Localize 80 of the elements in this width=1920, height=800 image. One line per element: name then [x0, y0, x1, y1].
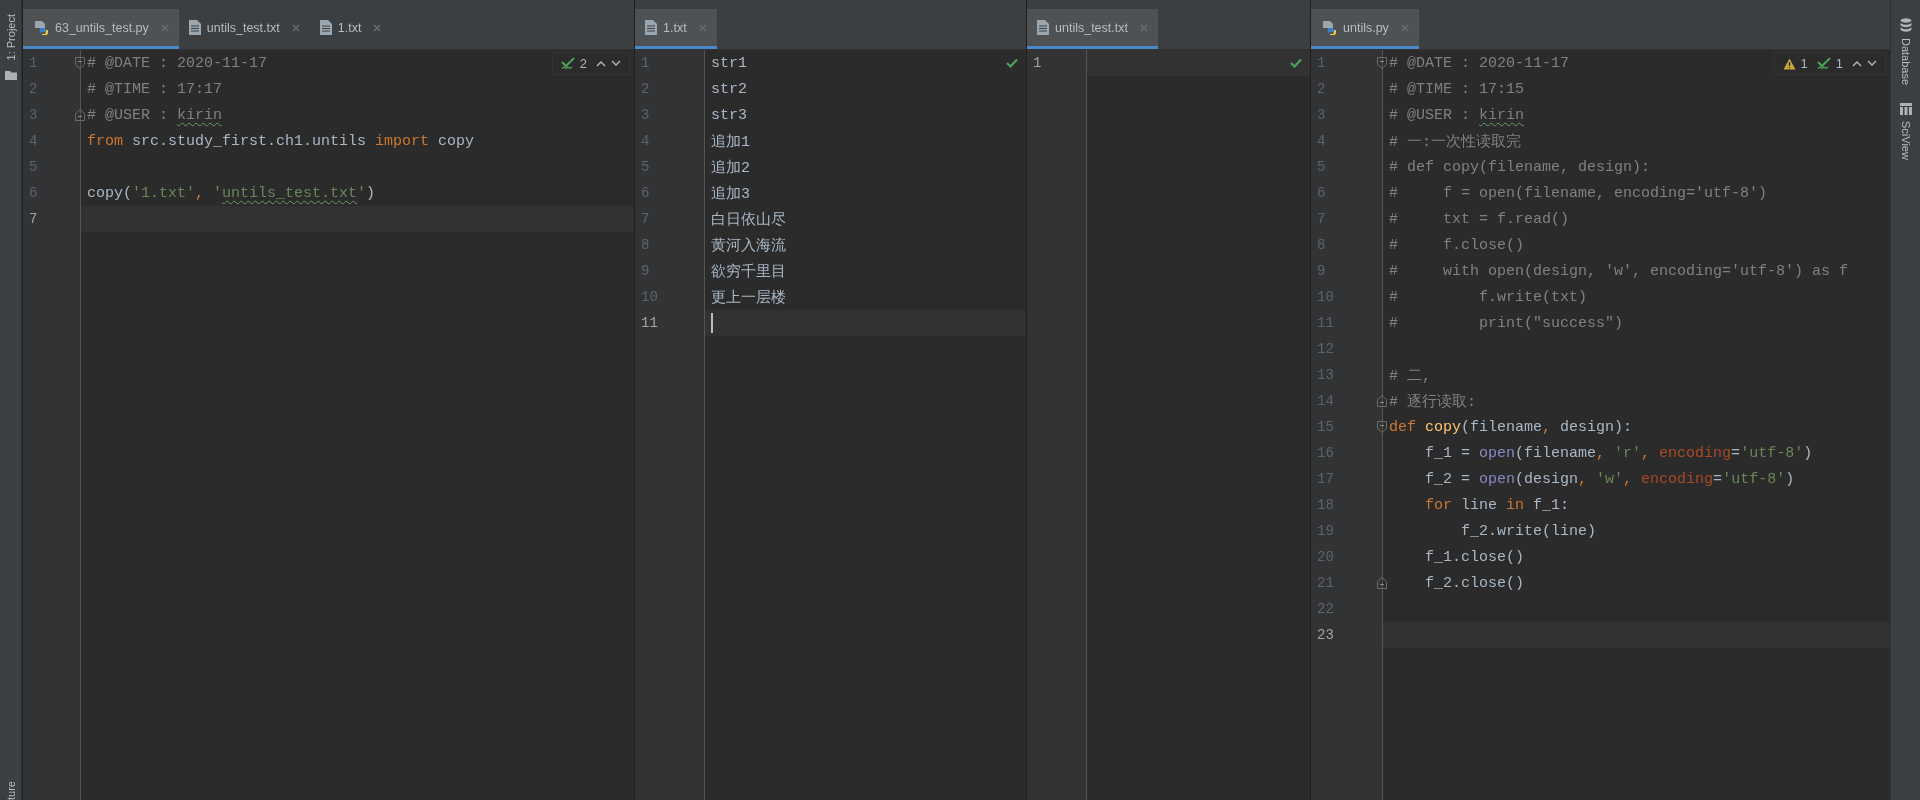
code-line: str3	[711, 106, 747, 124]
text-file-icon	[188, 20, 201, 35]
editor-tab[interactable]: 1.txt	[309, 9, 392, 49]
line-number: 7	[29, 211, 38, 227]
python-file-icon	[1321, 19, 1337, 36]
code-line: 欲穷千里目	[711, 262, 786, 281]
code-line: 追加1	[711, 132, 750, 151]
code-line: # f.write(txt)	[1389, 288, 1588, 306]
database-icon	[1899, 18, 1912, 32]
code-line: # with open(design, 'w', encoding='utf-8') as f	[1389, 262, 1849, 280]
fold-icon[interactable]	[1377, 577, 1387, 589]
line-number: 23	[1317, 627, 1334, 643]
code-line: f_1 = open(filename, 'r', encoding='utf-8')	[1424, 444, 1813, 462]
check-icon	[1290, 58, 1302, 68]
code-line: # f.close()	[1389, 236, 1525, 254]
inspection-widget[interactable]: 1 1	[1773, 52, 1886, 75]
typo-count: 2	[579, 56, 587, 71]
code-line: str2	[711, 80, 747, 98]
inspection-widget[interactable]: 2	[551, 52, 630, 75]
code-line: # 逐行读取:	[1389, 392, 1476, 411]
line-number: 1	[1033, 55, 1042, 71]
warning-icon	[1782, 57, 1796, 70]
code-line: # 一:一次性读取完	[1389, 132, 1521, 151]
code-line: 黄河入海流	[711, 236, 786, 255]
code-line: 追加3	[711, 184, 750, 203]
chevron-up-icon[interactable]	[1852, 60, 1862, 67]
code-line: for line in f_1:	[1424, 496, 1570, 514]
text-file-icon	[319, 20, 332, 35]
code-line: # print("success")	[1389, 314, 1624, 332]
typo-check-icon	[1816, 57, 1831, 70]
line-number: 11	[641, 315, 658, 331]
database-tool-tab[interactable]: Database	[1899, 38, 1912, 86]
chevron-down-icon[interactable]	[611, 60, 621, 67]
grid-icon	[1899, 103, 1912, 116]
editor-tab[interactable]: untils_test.txt	[1027, 9, 1158, 49]
code-line: f_1.close()	[1424, 548, 1525, 566]
code-line: # @DATE : 2020-11-17	[1389, 54, 1570, 72]
typo-count: 1	[1835, 56, 1843, 71]
code-line: # @DATE : 2020-11-17	[87, 54, 268, 72]
editor-tab[interactable]: untils_test.txt	[178, 9, 310, 49]
folder-icon	[4, 70, 17, 81]
check-icon	[1006, 58, 1018, 68]
warning-count: 1	[1800, 56, 1808, 71]
fold-icon[interactable]	[75, 57, 85, 69]
code-line: from src.study_first.ch1.untils import copy	[87, 132, 475, 150]
fold-icon[interactable]	[1377, 421, 1387, 433]
chevron-up-icon[interactable]	[596, 60, 606, 67]
python-file-icon	[33, 19, 49, 36]
code-line: 白日依山尽	[711, 210, 786, 229]
code-line: copy('1.txt', 'untils_test.txt')	[87, 184, 376, 202]
chevron-down-icon[interactable]	[1867, 60, 1877, 67]
code-line: f_2.close()	[1424, 574, 1525, 592]
code-line: f_2.write(line)	[1460, 522, 1597, 540]
text-file-icon	[1037, 20, 1049, 35]
fold-icon[interactable]	[1377, 395, 1387, 407]
code-editor[interactable]: # @DATE : 2020-11-17 # @TIME : 17:17 # @USER : kirin from src.study_first.ch1.untils import copy copy('1.txt', 'untils_test.txt') 2	[81, 50, 634, 800]
code-line: # @USER : kirin	[1389, 106, 1525, 124]
code-line: 追加2	[711, 158, 750, 177]
code-line: # 二,	[1389, 366, 1431, 385]
structure-tool-tab[interactable]: ture	[4, 781, 17, 800]
code-line: # txt = f.read()	[1389, 210, 1570, 228]
code-line: str1	[711, 54, 747, 72]
editor-tab[interactable]: untils.py	[1311, 9, 1419, 49]
code-line: def copy(filename, design):	[1389, 418, 1633, 436]
typo-check-icon	[560, 57, 575, 70]
code-line: # @USER : kirin	[87, 106, 223, 124]
code-line: f_2 = open(design, 'w', encoding='utf-8')	[1424, 470, 1795, 488]
code-line: # @TIME : 17:17	[87, 80, 223, 98]
project-tool-tab[interactable]: 1: Project	[4, 14, 17, 61]
code-line: # @TIME : 17:15	[1389, 80, 1525, 98]
code-line: 更上一层楼	[711, 288, 786, 307]
code-line: # def copy(filename, design):	[1389, 158, 1651, 176]
editor-tab[interactable]: 1.txt	[635, 9, 717, 49]
sciview-tool-tab[interactable]: SciView	[1899, 121, 1912, 161]
fold-icon[interactable]	[75, 109, 85, 121]
fold-icon[interactable]	[1377, 57, 1387, 69]
code-editor[interactable]: str1 str2 str3 追加1 追加2 追加3 白日依山尽 黄河入海流 欲穷千里目 更上一层楼	[705, 50, 1026, 800]
editor-tab[interactable]: 63_untils_test.py	[23, 9, 179, 49]
text-file-icon	[645, 20, 657, 35]
code-line: # f = open(filename, encoding='utf-8')	[1389, 184, 1768, 202]
